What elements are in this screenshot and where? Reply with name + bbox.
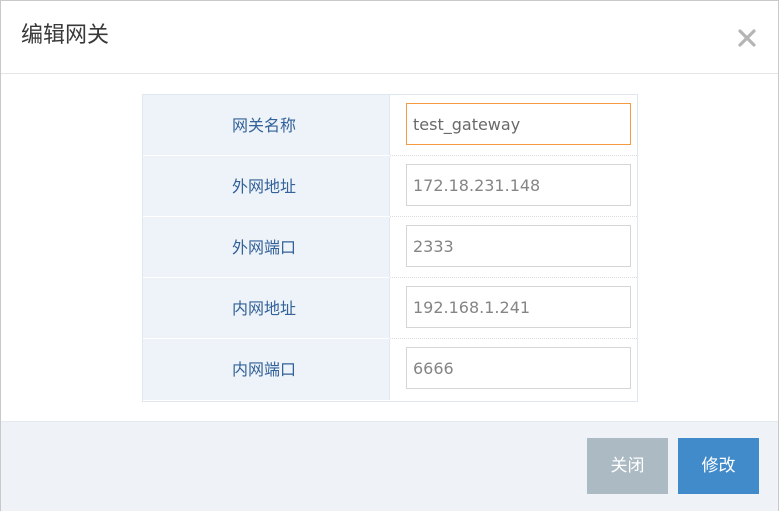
modify-button[interactable]: 修改 [678,438,759,494]
close-button[interactable]: 关闭 [587,438,668,494]
label-cell: 网关名称 [143,95,390,156]
internal-port-label: 内网端口 [231,360,296,379]
external-address-label: 外网地址 [231,177,296,196]
close-icon [738,29,756,47]
label-cell: 内网地址 [143,278,390,339]
internal-port-input[interactable] [406,347,631,389]
gateway-name-label: 网关名称 [231,116,296,135]
external-address-input[interactable] [406,164,631,206]
form-row-external-address: 外网地址 [143,156,637,217]
dialog-header: 编辑网关 [1,1,778,74]
form-row-gateway-name: 网关名称 [143,95,637,156]
internal-address-label: 内网地址 [231,299,296,318]
internal-address-input[interactable] [406,286,631,328]
form-row-external-port: 外网端口 [143,217,637,278]
edit-gateway-dialog: 编辑网关 网关名称 外网地址 [0,0,779,511]
label-cell: 外网端口 [143,217,390,278]
gateway-name-input[interactable] [406,103,631,145]
form-row-internal-address: 内网地址 [143,278,637,339]
gateway-form-table: 网关名称 外网地址 外网端口 [142,94,638,402]
external-port-label: 外网端口 [231,238,296,257]
external-port-input[interactable] [406,225,631,267]
dialog-close-button[interactable] [736,27,758,49]
form-row-internal-port: 内网端口 [143,339,637,400]
label-cell: 内网端口 [143,339,390,400]
dialog-footer: 关闭 修改 [1,421,778,511]
label-cell: 外网地址 [143,156,390,217]
dialog-title: 编辑网关 [21,23,110,48]
